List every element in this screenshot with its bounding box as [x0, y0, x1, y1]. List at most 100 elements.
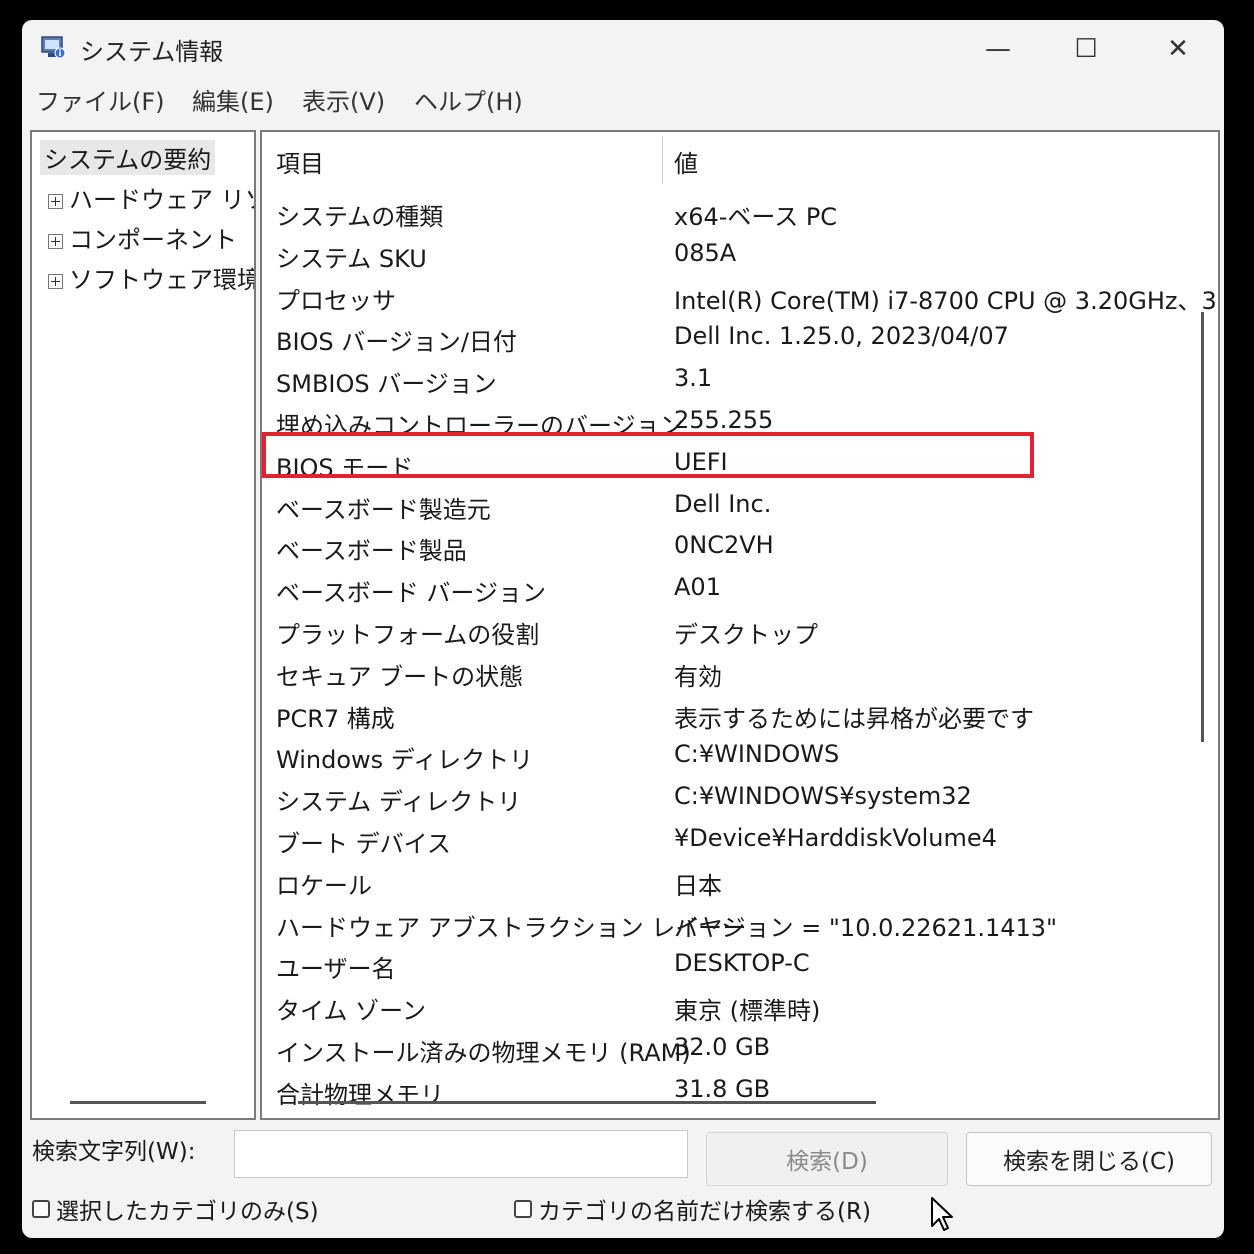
- row-item-name: ベースボード製造元: [276, 495, 491, 524]
- row-item-name: BIOS モード: [276, 453, 414, 482]
- row-item-name: システム ディレクトリ: [276, 788, 522, 817]
- table-row[interactable]: タイム ゾーン 東京 (標準時): [262, 986, 1202, 1028]
- table-row[interactable]: 合計物理メモリ 31.8 GB: [262, 1070, 1202, 1112]
- expand-icon[interactable]: [48, 273, 63, 289]
- tree-item-system-summary[interactable]: システムの要約: [40, 140, 216, 175]
- table-row[interactable]: プラットフォームの役割 デスクトップ: [262, 610, 1202, 652]
- minimize-icon: —: [985, 34, 1011, 64]
- tree-item-label: ソフトウェア環境: [69, 266, 256, 294]
- category-tree[interactable]: システムの要約 ハードウェア リソース コンポーネント ソフトウェア環境: [30, 130, 256, 1120]
- vertical-scrollbar[interactable]: [1201, 312, 1204, 742]
- tree-horizontal-scrollbar[interactable]: [70, 1101, 206, 1104]
- row-item-value: ¥Device¥HarddiskVolume4: [674, 824, 997, 852]
- row-item-name: ユーザー名: [276, 955, 396, 984]
- search-button[interactable]: 検索(D): [706, 1132, 948, 1186]
- row-item-name: プロセッサ: [276, 286, 396, 315]
- table-row[interactable]: システム ディレクトリ C:¥WINDOWS¥system32: [262, 777, 1202, 819]
- row-item-name: システムの種類: [276, 203, 444, 231]
- table-row[interactable]: ベースボード バージョン A01: [262, 568, 1202, 610]
- row-item-value: Dell Inc.: [674, 489, 772, 518]
- tree-item-software-environment[interactable]: ソフトウェア環境: [48, 260, 256, 295]
- menu-view[interactable]: 表示(V): [302, 82, 385, 117]
- category-names-only-checkbox[interactable]: カテゴリの名前だけ検索する(R): [514, 1192, 871, 1226]
- table-row[interactable]: プロセッサ Intel(R) Core(TM) i7-8700 CPU @ 3.2…: [262, 276, 1217, 318]
- table-row[interactable]: ユーザー名 DESKTOP-C: [262, 944, 1202, 986]
- row-item-name: プラットフォームの役割: [276, 621, 540, 649]
- table-row[interactable]: BIOS バージョン/日付 Dell Inc. 1.25.0, 2023/04/0…: [262, 317, 1202, 359]
- row-item-value: DESKTOP-C: [674, 949, 810, 978]
- title-bar[interactable]: システム情報 — ☐ ✕: [22, 20, 1224, 78]
- column-divider[interactable]: [662, 136, 663, 184]
- tree-item-label: ハードウェア リソース: [69, 186, 254, 214]
- checkbox-box[interactable]: [32, 1200, 50, 1218]
- row-item-value: バージョン = "10.0.22621.1413": [674, 913, 1058, 942]
- row-item-value: x64-ベース PC: [674, 203, 838, 231]
- row-item-name: システム SKU: [276, 244, 427, 273]
- expand-icon[interactable]: [48, 233, 63, 249]
- menu-edit[interactable]: 編集(E): [192, 82, 274, 117]
- row-item-name: インストール済みの物理メモリ (RAM): [276, 1039, 691, 1067]
- tree-item-label: コンポーネント: [69, 226, 237, 254]
- table-row[interactable]: システムの種類 x64-ベース PC: [262, 192, 1202, 234]
- mouse-pointer-icon: [931, 1197, 953, 1231]
- table-row[interactable]: Windows ディレクトリ C:¥WINDOWS: [262, 735, 1202, 777]
- row-item-value: UEFI: [674, 447, 728, 476]
- row-item-value: 32.0 GB: [674, 1033, 771, 1061]
- row-item-value: 東京 (標準時): [674, 997, 821, 1026]
- close-search-button[interactable]: 検索を閉じる(C): [966, 1132, 1212, 1186]
- row-item-value: 表示するためには昇格が必要です: [674, 704, 1034, 733]
- checkbox-label: カテゴリの名前だけ検索する(R): [538, 1199, 871, 1225]
- table-row[interactable]: 埋め込みコントローラーのバージョン 255.255: [262, 401, 1202, 443]
- table-row[interactable]: SMBIOS バージョン 3.1: [262, 359, 1202, 401]
- row-item-name: SMBIOS バージョン: [276, 370, 497, 399]
- table-row[interactable]: インストール済みの物理メモリ (RAM) 32.0 GB: [262, 1028, 1202, 1070]
- maximize-button[interactable]: ☐: [1040, 20, 1132, 78]
- search-input[interactable]: [234, 1130, 688, 1178]
- system-info-app-icon: [41, 36, 66, 59]
- window-title: システム情報: [80, 38, 224, 66]
- table-row[interactable]: システム SKU 085A: [262, 234, 1202, 276]
- row-item-name: ロケール: [276, 871, 372, 900]
- menu-file[interactable]: ファイル(F): [36, 82, 165, 117]
- menu-help[interactable]: ヘルプ(H): [414, 82, 523, 117]
- table-row[interactable]: ベースボード製造元 Dell Inc.: [262, 485, 1202, 527]
- row-item-value: C:¥WINDOWS: [674, 740, 840, 769]
- horizontal-scrollbar[interactable]: [298, 1101, 876, 1104]
- close-icon: ✕: [1167, 34, 1189, 64]
- table-row[interactable]: ブート デバイス ¥Device¥HarddiskVolume4: [262, 819, 1202, 861]
- table-row[interactable]: ベースボード製品 0NC2VH: [262, 526, 1202, 568]
- column-header-item[interactable]: 項目: [276, 144, 324, 179]
- tree-item-hardware-resources[interactable]: ハードウェア リソース: [48, 180, 254, 215]
- row-item-value: 31.8 GB: [674, 1074, 771, 1103]
- menu-bar: ファイル(F) 編集(E) 表示(V) ヘルプ(H): [22, 80, 1224, 120]
- minimize-button[interactable]: —: [952, 20, 1044, 78]
- close-button[interactable]: ✕: [1132, 20, 1224, 78]
- system-info-window: システム情報 — ☐ ✕ ファイル(F) 編集(E) 表示(V) ヘルプ(H) …: [22, 20, 1224, 1238]
- row-item-value: Dell Inc. 1.25.0, 2023/04/07: [674, 322, 1009, 351]
- row-item-name: セキュア ブートの状態: [276, 662, 524, 691]
- row-item-value: 085A: [674, 238, 737, 267]
- row-item-name: タイム ゾーン: [276, 997, 426, 1026]
- row-item-name: 埋め込みコントローラーのバージョン: [276, 412, 684, 440]
- checkbox-label: 選択したカテゴリのみ(S): [56, 1199, 319, 1225]
- row-item-value: Intel(R) Core(TM) i7-8700 CPU @ 3.20GHz、…: [674, 286, 1217, 315]
- table-row[interactable]: PCR7 構成 表示するためには昇格が必要です: [262, 694, 1202, 736]
- row-item-name: ベースボード バージョン: [276, 579, 546, 608]
- row-item-name: 合計物理メモリ: [276, 1080, 444, 1109]
- column-header-value[interactable]: 値: [674, 144, 698, 179]
- selected-category-only-checkbox[interactable]: 選択したカテゴリのみ(S): [32, 1192, 319, 1226]
- details-list: 項目 値 システムの種類 x64-ベース PC システム SKU 085A プロセッサ I…: [260, 130, 1220, 1120]
- table-row[interactable]: ハードウェア アブストラクション レイヤー バージョン = "10.0.22621…: [262, 903, 1202, 945]
- row-item-value: 日本: [674, 871, 722, 900]
- row-item-value: デスクトップ: [674, 621, 818, 649]
- row-item-value: A01: [674, 573, 721, 602]
- row-item-name: PCR7 構成: [276, 704, 395, 733]
- expand-icon[interactable]: [48, 193, 63, 209]
- tree-item-components[interactable]: コンポーネント: [48, 220, 237, 255]
- table-row[interactable]: セキュア ブートの状態 有効: [262, 652, 1202, 694]
- table-row[interactable]: BIOS モード UEFI: [262, 443, 1202, 485]
- table-row[interactable]: ロケール 日本: [262, 861, 1202, 903]
- maximize-icon: ☐: [1074, 34, 1098, 64]
- row-item-name: Windows ディレクトリ: [276, 746, 534, 775]
- checkbox-box[interactable]: [514, 1200, 532, 1218]
